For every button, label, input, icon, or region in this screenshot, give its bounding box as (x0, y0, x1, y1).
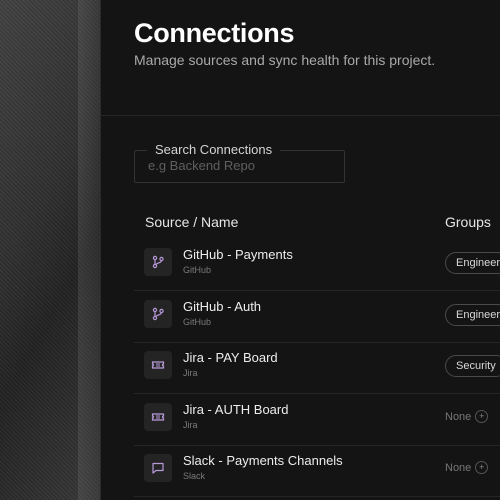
connection-name: GitHub - Auth (183, 299, 262, 314)
group-chip[interactable]: Engineer (445, 304, 500, 326)
header-divider (101, 115, 500, 116)
table-row[interactable]: Jira - PAY Board Jira Security (134, 341, 500, 394)
column-header-groups: Groups (445, 214, 491, 230)
connection-name: Slack - Payments Channels (183, 453, 343, 468)
search-label: Search Connections (147, 142, 281, 157)
connections-panel: Connections Manage sources and sync heal… (100, 0, 500, 500)
connection-source: Jira (183, 420, 198, 430)
search-field[interactable]: Search Connections (134, 142, 345, 183)
connection-name: GitHub - Payments (183, 247, 293, 262)
connection-source: Slack (183, 471, 206, 481)
connection-source: Jira (183, 368, 198, 378)
message-icon (144, 454, 172, 482)
background-texture (0, 0, 100, 500)
page-subtitle: Manage sources and sync health for this … (134, 52, 436, 68)
table-row[interactable]: GitHub - Payments GitHub Engineer (134, 238, 500, 291)
column-header-source: Source / Name (145, 214, 239, 230)
group-none[interactable]: None + (445, 410, 489, 423)
page-title: Connections (134, 18, 295, 48)
add-group-icon[interactable]: + (475, 410, 489, 423)
connection-name: Jira - PAY Board (183, 350, 278, 365)
table-row[interactable]: Jira - AUTH Board Jira None + (134, 393, 500, 446)
table-row[interactable]: GitHub - Auth GitHub Engineer (134, 290, 500, 343)
table-row[interactable]: Slack - Payments Channels Slack None + (134, 444, 500, 497)
connection-source: GitHub (183, 265, 212, 275)
group-chip[interactable]: Engineer (445, 252, 500, 274)
add-group-icon[interactable]: + (475, 461, 489, 474)
connection-name: Jira - AUTH Board (183, 402, 289, 417)
ticket-icon (144, 403, 172, 431)
group-chip[interactable]: Security (445, 355, 500, 377)
git-branch-icon (144, 300, 172, 328)
connection-source: GitHub (183, 317, 212, 327)
ticket-icon (144, 351, 172, 379)
group-none-label: None (445, 410, 472, 423)
group-none[interactable]: None + (445, 461, 489, 474)
git-branch-icon (144, 248, 172, 276)
search-input[interactable] (148, 158, 338, 173)
group-none-label: None (445, 461, 472, 474)
